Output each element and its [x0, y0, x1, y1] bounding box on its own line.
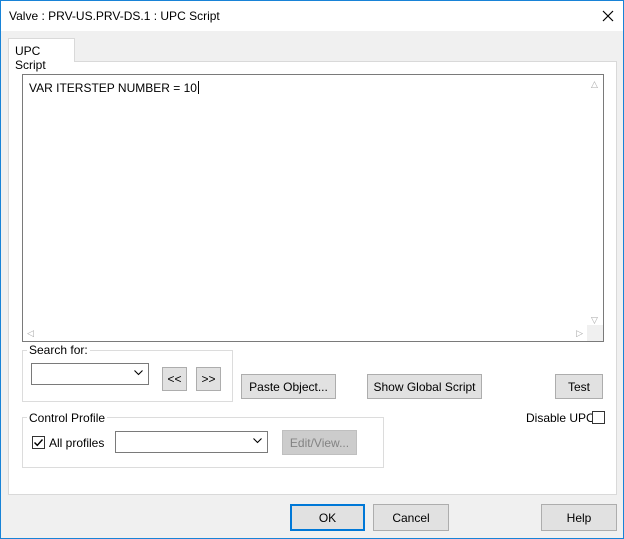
tab-upc-script[interactable]: UPC Script [8, 38, 75, 72]
close-button[interactable] [593, 1, 623, 31]
show-global-script-button[interactable]: Show Global Script [367, 374, 482, 399]
dialog-window: Valve : PRV-US.PRV-DS.1 : UPC Script UPC… [0, 0, 624, 539]
text-caret [197, 81, 199, 94]
help-button[interactable]: Help [541, 504, 617, 531]
horizontal-scrollbar[interactable]: ◁ ▷ [23, 325, 587, 341]
window-title: Valve : PRV-US.PRV-DS.1 : UPC Script [9, 9, 220, 23]
paste-object-button[interactable]: Paste Object... [241, 374, 336, 399]
search-combo[interactable] [31, 363, 149, 385]
edit-view-button[interactable]: Edit/View... [282, 430, 357, 455]
script-editor[interactable]: VAR ITERSTEP NUMBER = 10 △ ▽ ◁ ▷ [22, 74, 604, 342]
tab-label: UPC Script [15, 44, 46, 72]
disable-upc-checkbox[interactable] [592, 411, 605, 424]
cancel-button[interactable]: Cancel [373, 504, 449, 531]
scroll-right-icon[interactable]: ▷ [576, 328, 583, 338]
search-next-button[interactable]: >> [196, 367, 221, 391]
close-icon [602, 10, 614, 22]
control-profile-group-label: Control Profile [27, 411, 108, 425]
search-previous-button[interactable]: << [162, 367, 187, 391]
checkmark-icon [34, 439, 44, 447]
search-group-label: Search for: [27, 343, 90, 357]
profile-combo[interactable] [115, 431, 268, 453]
scroll-left-icon[interactable]: ◁ [27, 328, 34, 338]
scroll-up-icon[interactable]: △ [591, 79, 598, 89]
scroll-corner [587, 325, 603, 341]
test-button[interactable]: Test [555, 374, 603, 399]
all-profiles-checkbox[interactable] [32, 436, 45, 449]
script-text: VAR ITERSTEP NUMBER = 10 [29, 81, 199, 95]
chevron-down-icon [134, 370, 143, 376]
title-bar: Valve : PRV-US.PRV-DS.1 : UPC Script [1, 1, 623, 31]
disable-upc-label: Disable UPC [526, 411, 595, 425]
chevron-down-icon [253, 438, 262, 444]
vertical-scrollbar[interactable]: △ ▽ [587, 75, 603, 327]
all-profiles-label: All profiles [49, 436, 105, 450]
ok-button[interactable]: OK [290, 504, 365, 531]
scroll-down-icon[interactable]: ▽ [591, 315, 598, 325]
